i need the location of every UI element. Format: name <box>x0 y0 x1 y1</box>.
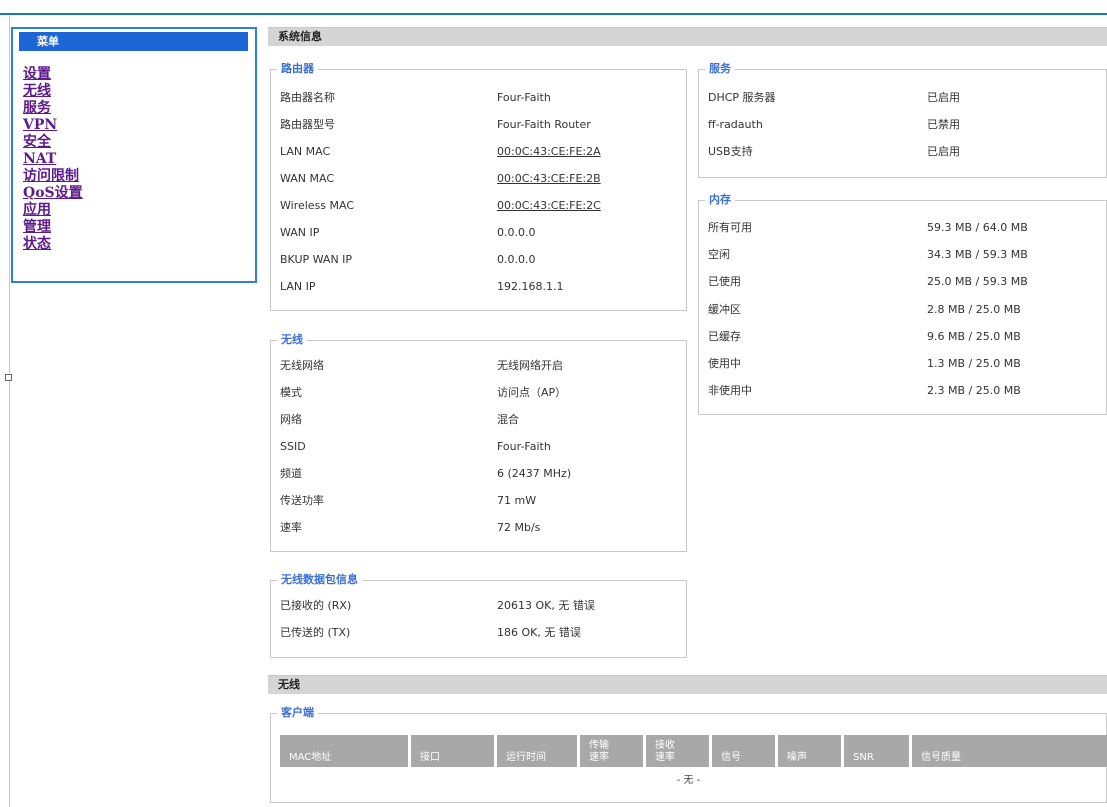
col-interface[interactable]: 接口 <box>411 735 497 767</box>
ssid-value: Four-Faith <box>497 440 551 453</box>
clients-legend: 客户端 <box>277 706 318 720</box>
ff-radauth-value: 已禁用 <box>927 118 960 131</box>
wan-mac-link[interactable]: 00:0C:43:CE:FE:2B <box>497 172 601 185</box>
menu-item-vpn[interactable]: VPN <box>23 117 57 133</box>
no-clients-text: - 无 - <box>676 775 701 786</box>
network-label: 网络 <box>280 413 302 426</box>
bkup-wan-ip-label: BKUP WAN IP <box>280 253 353 266</box>
wireless-network-value: 无线网络开启 <box>497 359 563 372</box>
router-panel: 路由器 路由器名称 Four-Faith 路由器型号 Four-Faith Ro… <box>270 62 687 311</box>
wireless-network-label: 无线网络 <box>280 359 324 372</box>
mem-active-value: 1.3 MB / 25.0 MB <box>927 357 1021 370</box>
packet-info-legend: 无线数据包信息 <box>277 573 362 587</box>
wan-ip-value: 0.0.0.0 <box>497 226 536 239</box>
tx-power-label: 传送功率 <box>280 494 324 507</box>
col-noise[interactable]: 噪声 <box>778 735 844 767</box>
mem-cached-label: 已缓存 <box>708 330 741 343</box>
dhcp-server-label: DHCP 服务器 <box>708 91 776 104</box>
lan-mac-label: LAN MAC <box>280 145 331 158</box>
col-uptime[interactable]: 运行时间 <box>497 735 580 767</box>
lan-ip-value: 192.168.1.1 <box>497 280 564 293</box>
services-legend: 服务 <box>705 62 735 76</box>
router-name-label: 路由器名称 <box>280 91 335 104</box>
clients-table-header: MAC地址 接口 运行时间 传输 速率 接收 速率 信号 噪声 SNR 信号质量 <box>280 735 1107 767</box>
mem-buffers-label: 缓冲区 <box>708 303 741 316</box>
router-legend: 路由器 <box>277 62 318 76</box>
col-rx-rate[interactable]: 接收 速率 <box>646 735 712 767</box>
menu-item-security[interactable]: 安全 <box>23 134 51 150</box>
menu-panel: 菜单 设置 无线 服务 VPN 安全 NAT 访问限制 QoS设置 应用 管理 … <box>11 27 257 283</box>
rx-value: 20613 OK, 无 错误 <box>497 599 595 612</box>
col-mac-address[interactable]: MAC地址 <box>280 735 411 767</box>
tx-power-value: 71 mW <box>497 494 537 507</box>
bkup-wan-ip-value: 0.0.0.0 <box>497 253 536 266</box>
col-signal[interactable]: 信号 <box>712 735 778 767</box>
menu-item-access-restrictions[interactable]: 访问限制 <box>23 168 79 184</box>
mem-used-label: 已使用 <box>708 275 741 288</box>
col-snr[interactable]: SNR <box>844 735 912 767</box>
mem-free-value: 34.3 MB / 59.3 MB <box>927 248 1028 261</box>
lan-mac-link[interactable]: 00:0C:43:CE:FE:2A <box>497 145 601 158</box>
col-signal-quality[interactable]: 信号质量 <box>912 735 1107 767</box>
wireless-panel: 无线 无线网络 无线网络开启 模式 访问点（AP） 网络 混合 SSID Fou… <box>270 333 687 552</box>
mem-inactive-label: 非使用中 <box>708 384 752 397</box>
mem-active-label: 使用中 <box>708 357 741 370</box>
wireless-mac-label: Wireless MAC <box>280 199 355 212</box>
wireless-section-header: 无线 <box>268 675 1107 694</box>
wan-mac-label: WAN MAC <box>280 172 335 185</box>
col-tx-rate[interactable]: 传输 速率 <box>580 735 646 767</box>
rate-label: 速率 <box>280 521 302 534</box>
mem-used-value: 25.0 MB / 59.3 MB <box>927 275 1028 288</box>
resize-handle[interactable] <box>5 374 12 381</box>
rate-value: 72 Mb/s <box>497 521 541 534</box>
network-value: 混合 <box>497 413 519 426</box>
rx-label: 已接收的 (RX) <box>280 599 352 612</box>
mem-free-label: 空闲 <box>708 248 730 261</box>
menu-item-administration[interactable]: 管理 <box>23 219 51 235</box>
menu-item-wireless[interactable]: 无线 <box>23 83 51 99</box>
ff-radauth-label: ff-radauth <box>708 118 763 131</box>
router-name-value: Four-Faith <box>497 91 551 104</box>
menu-item-qos[interactable]: QoS设置 <box>23 185 83 201</box>
menu-list: 设置 无线 服务 VPN 安全 NAT 访问限制 QoS设置 应用 管理 状态 <box>23 66 83 253</box>
channel-label: 频道 <box>280 467 302 480</box>
channel-value: 6 (2437 MHz) <box>497 467 572 480</box>
tx-value: 186 OK, 无 错误 <box>497 626 581 639</box>
system-info-header: 系统信息 <box>268 27 1107 46</box>
wan-ip-label: WAN IP <box>280 226 320 239</box>
tx-label: 已传送的 (TX) <box>280 626 351 639</box>
wireless-mac-link[interactable]: 00:0C:43:CE:FE:2C <box>497 199 601 212</box>
frame-divider <box>9 15 10 807</box>
menu-item-settings[interactable]: 设置 <box>23 66 51 82</box>
ssid-label: SSID <box>280 440 306 453</box>
packet-info-panel: 无线数据包信息 已接收的 (RX) 20613 OK, 无 错误 已传送的 (T… <box>270 573 687 658</box>
dhcp-server-value: 已启用 <box>927 91 960 104</box>
mem-total-value: 59.3 MB / 64.0 MB <box>927 221 1028 234</box>
usb-support-label: USB支持 <box>708 145 753 158</box>
services-panel: 服务 DHCP 服务器 已启用 ff-radauth 已禁用 USB支持 已启用 <box>698 62 1107 178</box>
mode-label: 模式 <box>280 386 302 399</box>
mem-cached-value: 9.6 MB / 25.0 MB <box>927 330 1021 343</box>
mem-buffers-value: 2.8 MB / 25.0 MB <box>927 303 1021 316</box>
usb-support-value: 已启用 <box>927 145 960 158</box>
router-model-label: 路由器型号 <box>280 118 335 131</box>
top-accent-line <box>0 13 1107 15</box>
router-model-value: Four-Faith Router <box>497 118 591 131</box>
mem-total-label: 所有可用 <box>708 221 752 234</box>
menu-item-services[interactable]: 服务 <box>23 100 51 116</box>
menu-item-status[interactable]: 状态 <box>23 236 51 252</box>
wireless-legend: 无线 <box>277 333 307 347</box>
mode-value: 访问点（AP） <box>497 386 567 399</box>
menu-item-nat[interactable]: NAT <box>23 151 56 167</box>
mem-inactive-value: 2.3 MB / 25.0 MB <box>927 384 1021 397</box>
memory-panel: 内存 所有可用 59.3 MB / 64.0 MB 空闲 34.3 MB / 5… <box>698 193 1107 415</box>
menu-title: 菜单 <box>19 32 248 51</box>
menu-item-applications[interactable]: 应用 <box>23 202 51 218</box>
lan-ip-label: LAN IP <box>280 280 316 293</box>
memory-legend: 内存 <box>705 193 735 207</box>
